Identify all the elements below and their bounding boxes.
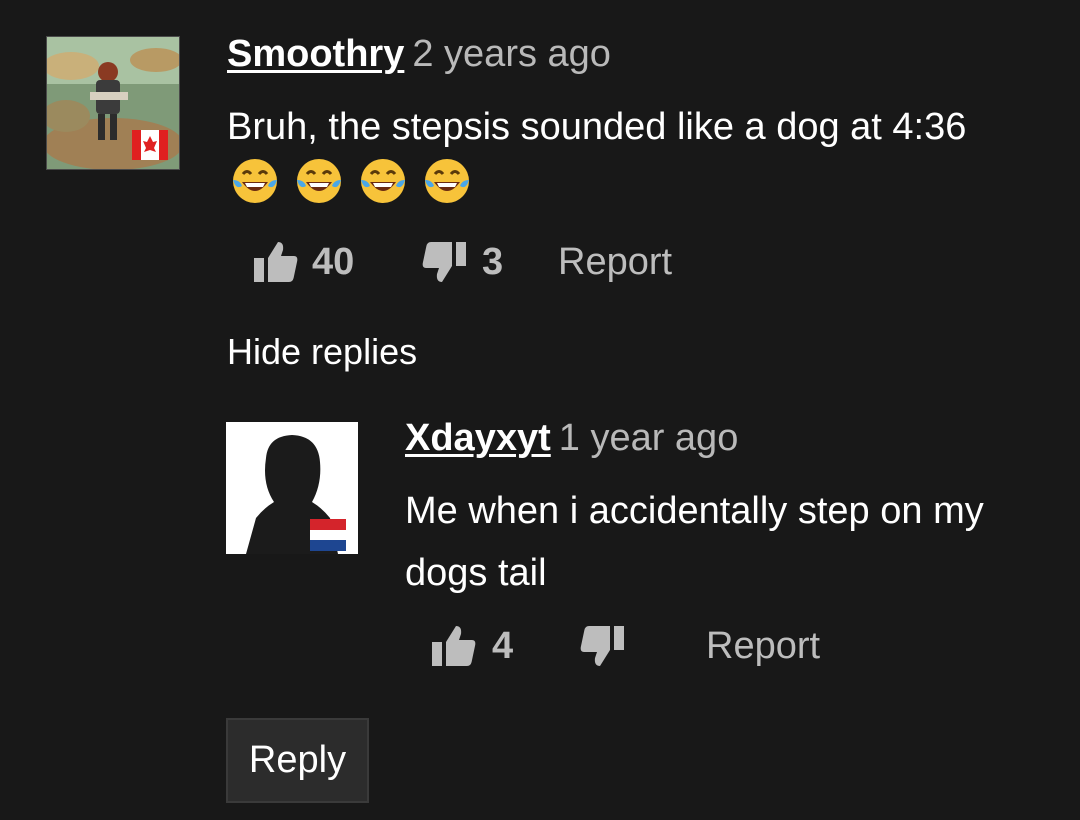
thumbs-down-icon xyxy=(422,242,466,282)
tears-of-joy-emoji-icon xyxy=(425,159,469,203)
tears-of-joy-emoji-icon xyxy=(297,159,341,203)
report-button[interactable]: Report xyxy=(706,616,820,676)
timestamp: 1 year ago xyxy=(558,417,739,459)
comment-text: Me when i accidentally step on my dogs t… xyxy=(405,490,984,594)
comment-text: Bruh, the stepsis sounded like a dog at … xyxy=(227,106,967,148)
avatar[interactable] xyxy=(226,422,358,554)
comment: Smoothry 2 years ago Bruh, the stepsis so… xyxy=(0,0,1080,400)
emoji-row xyxy=(230,156,472,206)
comment-actions: 40 3 Report xyxy=(252,232,952,292)
dislike-button[interactable] xyxy=(578,616,626,676)
hide-replies-link[interactable]: Hide replies xyxy=(227,330,417,374)
report-button[interactable]: Report xyxy=(558,232,672,292)
comment-meta: Smoothry 2 years ago xyxy=(227,32,611,76)
comment-meta: Xdayxyt 1 year ago xyxy=(405,416,738,460)
dislike-count: 3 xyxy=(482,240,504,283)
thumbs-down-icon xyxy=(580,626,624,666)
timestamp: 2 years ago xyxy=(412,33,611,75)
like-button[interactable]: 4 xyxy=(430,616,513,676)
reply-comment: Xdayxyt 1 year ago Me when i accidentally… xyxy=(0,400,1080,700)
tears-of-joy-emoji-icon xyxy=(233,159,277,203)
comment-actions: 4 Report xyxy=(430,616,1030,676)
like-button[interactable]: 40 xyxy=(252,232,354,292)
report-label: Report xyxy=(558,240,673,283)
thumbs-up-icon xyxy=(432,626,476,666)
username-link[interactable]: Smoothry xyxy=(227,33,404,75)
thumbs-up-icon xyxy=(254,242,298,282)
avatar[interactable] xyxy=(46,36,180,170)
like-count: 4 xyxy=(492,624,514,667)
username-link[interactable]: Xdayxyt xyxy=(405,417,551,459)
report-label: Report xyxy=(706,624,821,667)
dislike-button[interactable]: 3 xyxy=(420,232,503,292)
like-count: 40 xyxy=(312,240,355,283)
tears-of-joy-emoji-icon xyxy=(361,159,405,203)
reply-button[interactable]: Reply xyxy=(226,718,369,803)
